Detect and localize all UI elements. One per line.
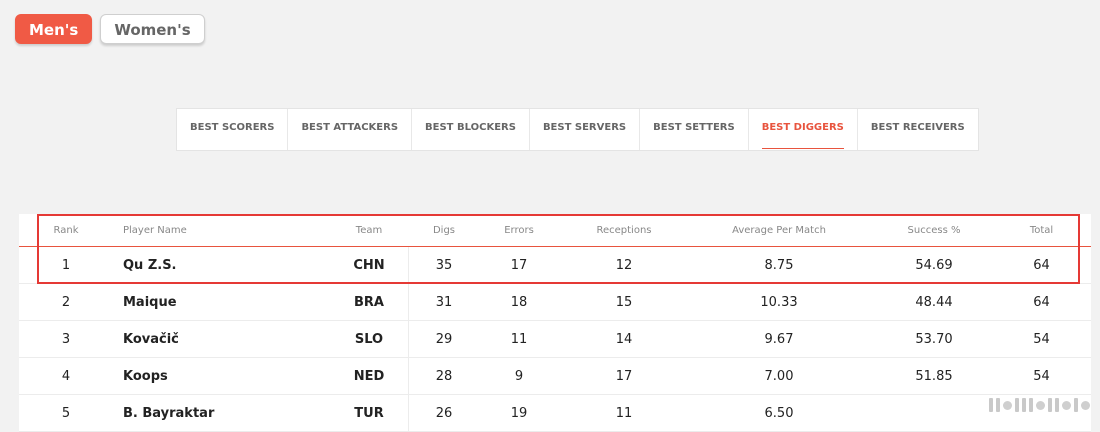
gender-toggle: Men's Women's [15, 14, 205, 44]
table-header: Rank Player Name Team Digs Errors Recept… [19, 214, 1091, 247]
average-cell: 10.33 [760, 294, 798, 310]
average-cell: 9.67 [764, 331, 794, 347]
errors-cell: 18 [510, 294, 528, 310]
team-cell: NED [353, 368, 385, 384]
total-cell: 64 [1033, 257, 1050, 273]
team-cell: CHN [353, 257, 385, 273]
digs-cell: 31 [435, 294, 453, 310]
team-column-divider [408, 247, 409, 432]
success-cell: 54.69 [915, 257, 953, 273]
tab-best-blockers[interactable]: BEST BLOCKERS [412, 109, 530, 150]
header-receptions[interactable]: Receptions [569, 214, 679, 246]
average-cell: 7.00 [764, 368, 794, 384]
total-cell: 54 [1033, 331, 1050, 347]
total-cell: 54 [1033, 368, 1050, 384]
digs-cell: 29 [435, 331, 453, 347]
player-name-cell[interactable]: Maique [123, 284, 323, 320]
tab-best-attackers[interactable]: BEST ATTACKERS [288, 109, 413, 150]
errors-cell: 17 [510, 257, 528, 273]
total-cell: 64 [1033, 294, 1050, 310]
header-success-percent[interactable]: Success % [889, 214, 979, 246]
errors-cell: 19 [510, 405, 528, 421]
rank-cell: 1 [61, 257, 71, 273]
digs-cell: 28 [435, 368, 453, 384]
rank-cell: 2 [61, 294, 71, 310]
team-cell: TUR [354, 405, 384, 421]
errors-cell: 9 [514, 368, 524, 384]
mens-button[interactable]: Men's [15, 14, 93, 44]
header-errors[interactable]: Errors [494, 214, 544, 246]
receptions-cell: 14 [615, 331, 633, 347]
header-player-name[interactable]: Player Name [123, 214, 323, 246]
digs-cell: 35 [435, 257, 453, 273]
player-name-cell[interactable]: Kovačič [123, 321, 323, 357]
tab-best-receivers[interactable]: BEST RECEIVERS [858, 109, 978, 150]
table-row[interactable]: 4 Koops NED 28 9 17 7.00 51.85 54 [19, 358, 1091, 395]
womens-button[interactable]: Women's [100, 14, 205, 44]
player-name-cell[interactable]: Qu Z.S. [123, 247, 323, 283]
category-tabs: BEST SCORERS BEST ATTACKERS BEST BLOCKER… [176, 108, 979, 151]
table-row[interactable]: 3 Kovačič SLO 29 11 14 9.67 53.70 54 [19, 321, 1091, 358]
average-cell: 6.50 [764, 405, 794, 421]
success-cell: 53.70 [915, 331, 953, 347]
receptions-cell: 11 [615, 405, 633, 421]
rank-cell: 4 [61, 368, 71, 384]
success-cell [889, 395, 979, 431]
player-name-cell[interactable]: B. Bayraktar [123, 395, 323, 431]
header-average-per-match[interactable]: Average Per Match [719, 214, 839, 246]
digs-cell: 26 [435, 405, 453, 421]
rank-cell: 5 [61, 405, 71, 421]
table-row[interactable]: 2 Maique BRA 31 18 15 10.33 48.44 64 [19, 284, 1091, 321]
success-cell: 51.85 [915, 368, 953, 384]
team-cell: SLO [354, 331, 384, 347]
receptions-cell: 17 [615, 368, 633, 384]
receptions-cell: 12 [615, 257, 633, 273]
tab-best-servers[interactable]: BEST SERVERS [530, 109, 641, 150]
header-digs[interactable]: Digs [419, 214, 469, 246]
tab-best-scorers[interactable]: BEST SCORERS [177, 109, 289, 150]
success-cell: 48.44 [915, 294, 953, 310]
diggers-table: Rank Player Name Team Digs Errors Recept… [19, 214, 1091, 432]
team-cell: BRA [354, 294, 384, 310]
rank-cell: 3 [61, 331, 71, 347]
header-team[interactable]: Team [339, 214, 399, 246]
header-total[interactable]: Total [1014, 214, 1069, 246]
player-name-cell[interactable]: Koops [123, 358, 323, 394]
watermark-icon [989, 398, 1090, 412]
header-rank[interactable]: Rank [41, 214, 91, 246]
tab-best-diggers[interactable]: BEST DIGGERS [749, 109, 858, 150]
table-row[interactable]: 5 B. Bayraktar TUR 26 19 11 6.50 [19, 395, 1091, 432]
receptions-cell: 15 [615, 294, 633, 310]
tab-best-setters[interactable]: BEST SETTERS [640, 109, 749, 150]
table-row[interactable]: 1 Qu Z.S. CHN 35 17 12 8.75 54.69 64 [19, 247, 1091, 284]
errors-cell: 11 [510, 331, 528, 347]
average-cell: 8.75 [764, 257, 794, 273]
